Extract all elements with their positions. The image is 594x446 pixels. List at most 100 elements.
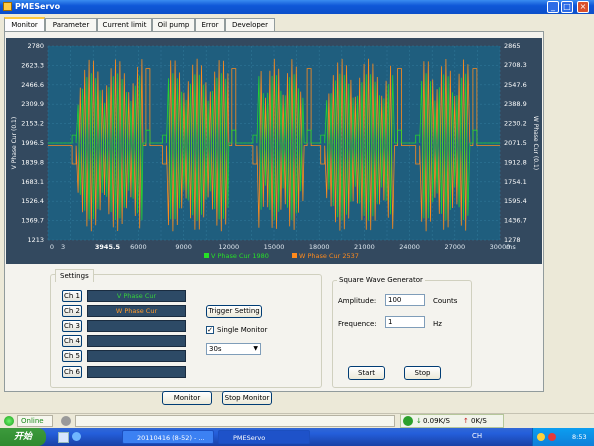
- y-right-tick-label: 2865: [504, 42, 521, 50]
- start-button[interactable]: Start: [348, 366, 385, 380]
- x-tick-label: 21000: [354, 243, 375, 251]
- net-up-speed: 0K/S: [471, 417, 487, 425]
- y-right-tick-label: 2230.2: [504, 120, 527, 128]
- y-left-tick-label: 1839.8: [21, 158, 44, 166]
- channel-5-button[interactable]: Ch 5: [62, 350, 82, 362]
- x-tick-label: 15000: [264, 243, 285, 251]
- y-left-tick-label: 2780: [27, 42, 44, 50]
- stop-monitor-button[interactable]: Stop Monitor: [222, 391, 272, 405]
- x-tick-label: 24000: [399, 243, 420, 251]
- channel-6-button[interactable]: Ch 6: [62, 366, 82, 378]
- tab-oil-pump[interactable]: Oil pump: [152, 18, 195, 31]
- minimize-button[interactable]: _: [547, 1, 559, 13]
- tray-security-icon[interactable]: [548, 433, 556, 441]
- window-title: PMEServo: [15, 2, 61, 11]
- amplitude-input[interactable]: 100: [385, 294, 425, 306]
- maximize-button[interactable]: □: [561, 1, 573, 13]
- online-status-text: Online: [17, 415, 53, 427]
- y-left-tick-label: 1996.5: [21, 139, 44, 147]
- net-down-speed: 0.09K/S: [423, 417, 450, 425]
- trigger-setting-button[interactable]: Trigger Setting: [206, 305, 262, 318]
- channel-2-select[interactable]: W Phase Cur: [87, 305, 186, 317]
- y-right-tick-label: 1595.4: [504, 197, 527, 205]
- quicklaunch-desktop-icon[interactable]: [58, 432, 69, 443]
- square-wave-title: Square Wave Generator: [337, 276, 425, 285]
- app-icon: [3, 2, 12, 11]
- legend-swatch-v-phase: [204, 253, 209, 258]
- channel-5-select[interactable]: [87, 350, 186, 362]
- x-tick-label: 18000: [309, 243, 330, 251]
- duration-value: 30s: [209, 345, 222, 353]
- frequence-input[interactable]: 1: [385, 316, 425, 328]
- legend-label-w-phase: W Phase Cur 2537: [299, 252, 359, 260]
- download-arrow-icon: ↓: [416, 417, 422, 425]
- status-message-field: [75, 415, 395, 427]
- status-bar: Online ↓ 0.09K/S ↑ 0K/S: [0, 413, 594, 429]
- single-monitor-label: Single Monitor: [217, 326, 268, 334]
- channel-3-select[interactable]: [87, 320, 186, 332]
- idle-status-icon: [61, 416, 71, 426]
- tab-parameter[interactable]: Parameter: [45, 18, 97, 31]
- channel-1-button[interactable]: Ch 1: [62, 290, 82, 302]
- x-tick-label: 6000: [130, 243, 147, 251]
- quicklaunch-ie-icon[interactable]: [72, 432, 81, 441]
- y-left-axis-label: V Phase Cur (0.1): [11, 117, 18, 169]
- tab-monitor[interactable]: Monitor: [4, 17, 45, 32]
- channel-2-button[interactable]: Ch 2: [62, 305, 82, 317]
- taskbar-task-folder[interactable]: 20110416 (8-52) - ...: [122, 430, 214, 444]
- y-right-tick-label: 2708.3: [504, 61, 527, 69]
- y-left-tick-label: 2466.6: [21, 81, 44, 89]
- start-button-taskbar[interactable]: 开始: [0, 428, 46, 446]
- y-left-tick-label: 1213: [27, 236, 44, 244]
- channel-4-button[interactable]: Ch 4: [62, 335, 82, 347]
- single-monitor-checkbox[interactable]: ✓: [206, 326, 214, 334]
- y-right-tick-label: 2071.5: [504, 139, 527, 147]
- y-right-tick-label: 1436.7: [504, 217, 527, 225]
- frequence-label: Frequence:: [338, 320, 377, 328]
- stop-button[interactable]: Stop: [404, 366, 441, 380]
- y-right-tick-label: 2547.6: [504, 81, 527, 89]
- duration-select[interactable]: 30s ▼: [206, 343, 261, 355]
- x-tick-label: 27000: [444, 243, 465, 251]
- x-tick-label: 9000: [175, 243, 192, 251]
- y-left-tick-label: 1369.7: [21, 217, 44, 225]
- chart-svg: 2780 2623.3 2466.6 2309.9 2153.2 1996.5 1839.8…: [11, 42, 539, 260]
- channel-1-select[interactable]: V Phase Cur: [87, 290, 186, 302]
- clock: 8:53: [572, 433, 587, 441]
- y-right-tick-label: 2388.9: [504, 100, 527, 108]
- online-status-icon: [4, 416, 14, 426]
- tab-current-limit[interactable]: Current limit: [97, 18, 152, 31]
- x-tick-label: 0: [50, 243, 54, 251]
- channel-6-select[interactable]: [87, 366, 186, 378]
- y-left-tick-label: 2153.2: [21, 120, 44, 128]
- tab-error[interactable]: Error: [195, 18, 225, 31]
- legend-swatch-w-phase: [292, 253, 297, 258]
- amplitude-unit: Counts: [433, 297, 458, 305]
- y-left-tick-label: 2623.3: [21, 61, 44, 69]
- monitor-button[interactable]: Monitor: [162, 391, 212, 405]
- legend-label-v-phase: V Phase Cur 1980: [211, 252, 269, 260]
- language-indicator[interactable]: CH: [472, 432, 482, 440]
- amplitude-label: Amplitude:: [338, 297, 377, 305]
- channel-3-button[interactable]: Ch 3: [62, 320, 82, 332]
- taskbar-task-pmeservo[interactable]: PMEServo: [218, 430, 310, 444]
- chevron-down-icon: ▼: [253, 345, 258, 352]
- y-left-tick-label: 1526.4: [21, 197, 44, 205]
- system-tray: 8:53: [532, 428, 594, 446]
- taskbar: 开始 20110416 (8-52) - ... PMEServo CH 8:5…: [0, 428, 594, 446]
- settings-tab[interactable]: Settings: [55, 269, 94, 282]
- close-button[interactable]: ×: [577, 1, 589, 13]
- network-monitor: ↓ 0.09K/S ↑ 0K/S: [400, 414, 504, 428]
- title-bar: PMEServo _ □ ×: [0, 0, 594, 14]
- network-icon: [403, 416, 413, 426]
- tray-app-icon[interactable]: [537, 433, 545, 441]
- y-right-axis-label: W Phase Cur (0.1): [532, 116, 539, 170]
- frequence-unit: Hz: [433, 320, 442, 328]
- oscilloscope-chart: 2780 2623.3 2466.6 2309.9 2153.2 1996.5 1839.8…: [6, 38, 542, 264]
- channel-4-select[interactable]: [87, 335, 186, 347]
- x-tick-label: 3: [61, 243, 65, 251]
- tab-developer[interactable]: Developer: [225, 18, 275, 31]
- upload-arrow-icon: ↑: [463, 417, 469, 425]
- y-left-tick-label: 2309.9: [21, 100, 44, 108]
- x-tick-label: 3945.5: [95, 243, 121, 251]
